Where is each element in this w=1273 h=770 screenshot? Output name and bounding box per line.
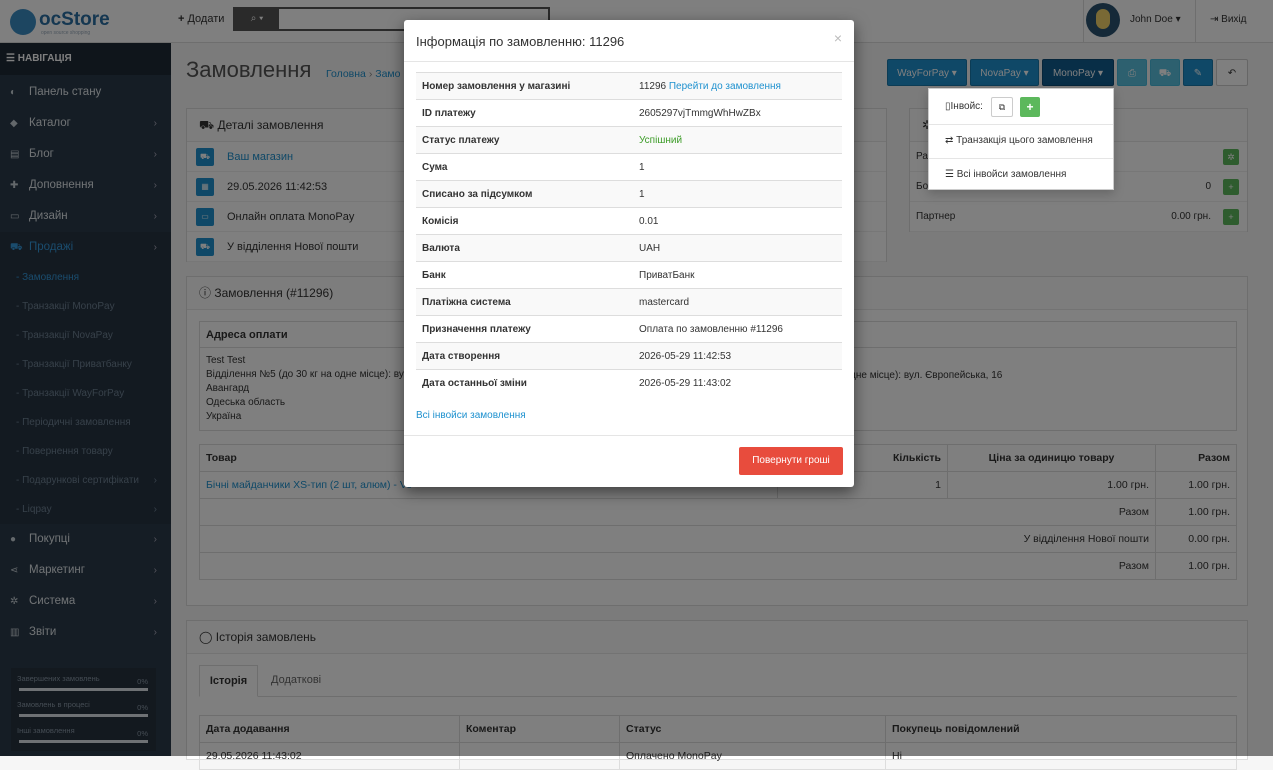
table-row: Статус платежу Успішний — [416, 126, 842, 154]
table-row: Сума 1 — [416, 153, 842, 181]
copy-invoice-button[interactable]: ⧉ — [991, 97, 1013, 117]
table-row: Платіжна система mastercard — [416, 288, 842, 316]
modal-header: Інформація по замовленню: 11296 × — [404, 20, 854, 62]
order-info-modal: Інформація по замовленню: 11296 × Номер … — [404, 20, 854, 487]
modal-footer — [404, 435, 854, 436]
table-row: Призначення платежу Оплата по замовленню … — [416, 315, 842, 343]
table-row: Дата створення 2026-05-29 11:42:53 — [416, 342, 842, 370]
monopay-dropdown-menu: ▯Інвойс: ⧉ + ⇄ Транзакція цього замовлен… — [928, 88, 1114, 190]
status-value: Успішний — [633, 126, 842, 154]
table-row: Номер замовлення у магазині 11296 Перейти… — [416, 72, 842, 100]
table-row: Валюта UAH — [416, 234, 842, 262]
go-to-order-link[interactable]: Перейти до замовлення — [669, 81, 781, 92]
menu-item-transaction[interactable]: ⇄ Транзакція цього замовлення — [945, 135, 1093, 146]
table-row: Комісія 0.01 — [416, 207, 842, 235]
all-invoices-link[interactable]: Всі інвойси замовлення — [416, 410, 526, 421]
list-icon: ☰ — [945, 169, 957, 180]
table-row: Списано за підсумком 1 — [416, 180, 842, 208]
plus-icon: + — [1026, 100, 1034, 114]
close-icon[interactable]: × — [834, 30, 842, 46]
modal-title: Інформація по замовленню: 11296 — [416, 34, 625, 49]
table-row: Дата останньої зміни 2026-05-29 11:43:02 — [416, 369, 842, 397]
payment-info-table: Номер замовлення у магазині 11296 Перейти… — [416, 72, 842, 397]
refund-button[interactable]: Повернути гроші — [739, 447, 843, 475]
menu-item-all-invoices[interactable]: ☰ Всі інвойси замовлення — [945, 169, 1066, 180]
invoice-label: ▯Інвойс: — [945, 101, 983, 112]
exchange-icon: ⇄ — [945, 135, 957, 146]
copy-icon: ⧉ — [998, 102, 1006, 112]
create-invoice-button[interactable]: + — [1020, 97, 1040, 117]
table-row: ID платежу 2605297vjTmmgWhHwZBx — [416, 99, 842, 127]
table-row: Банк ПриватБанк — [416, 261, 842, 289]
